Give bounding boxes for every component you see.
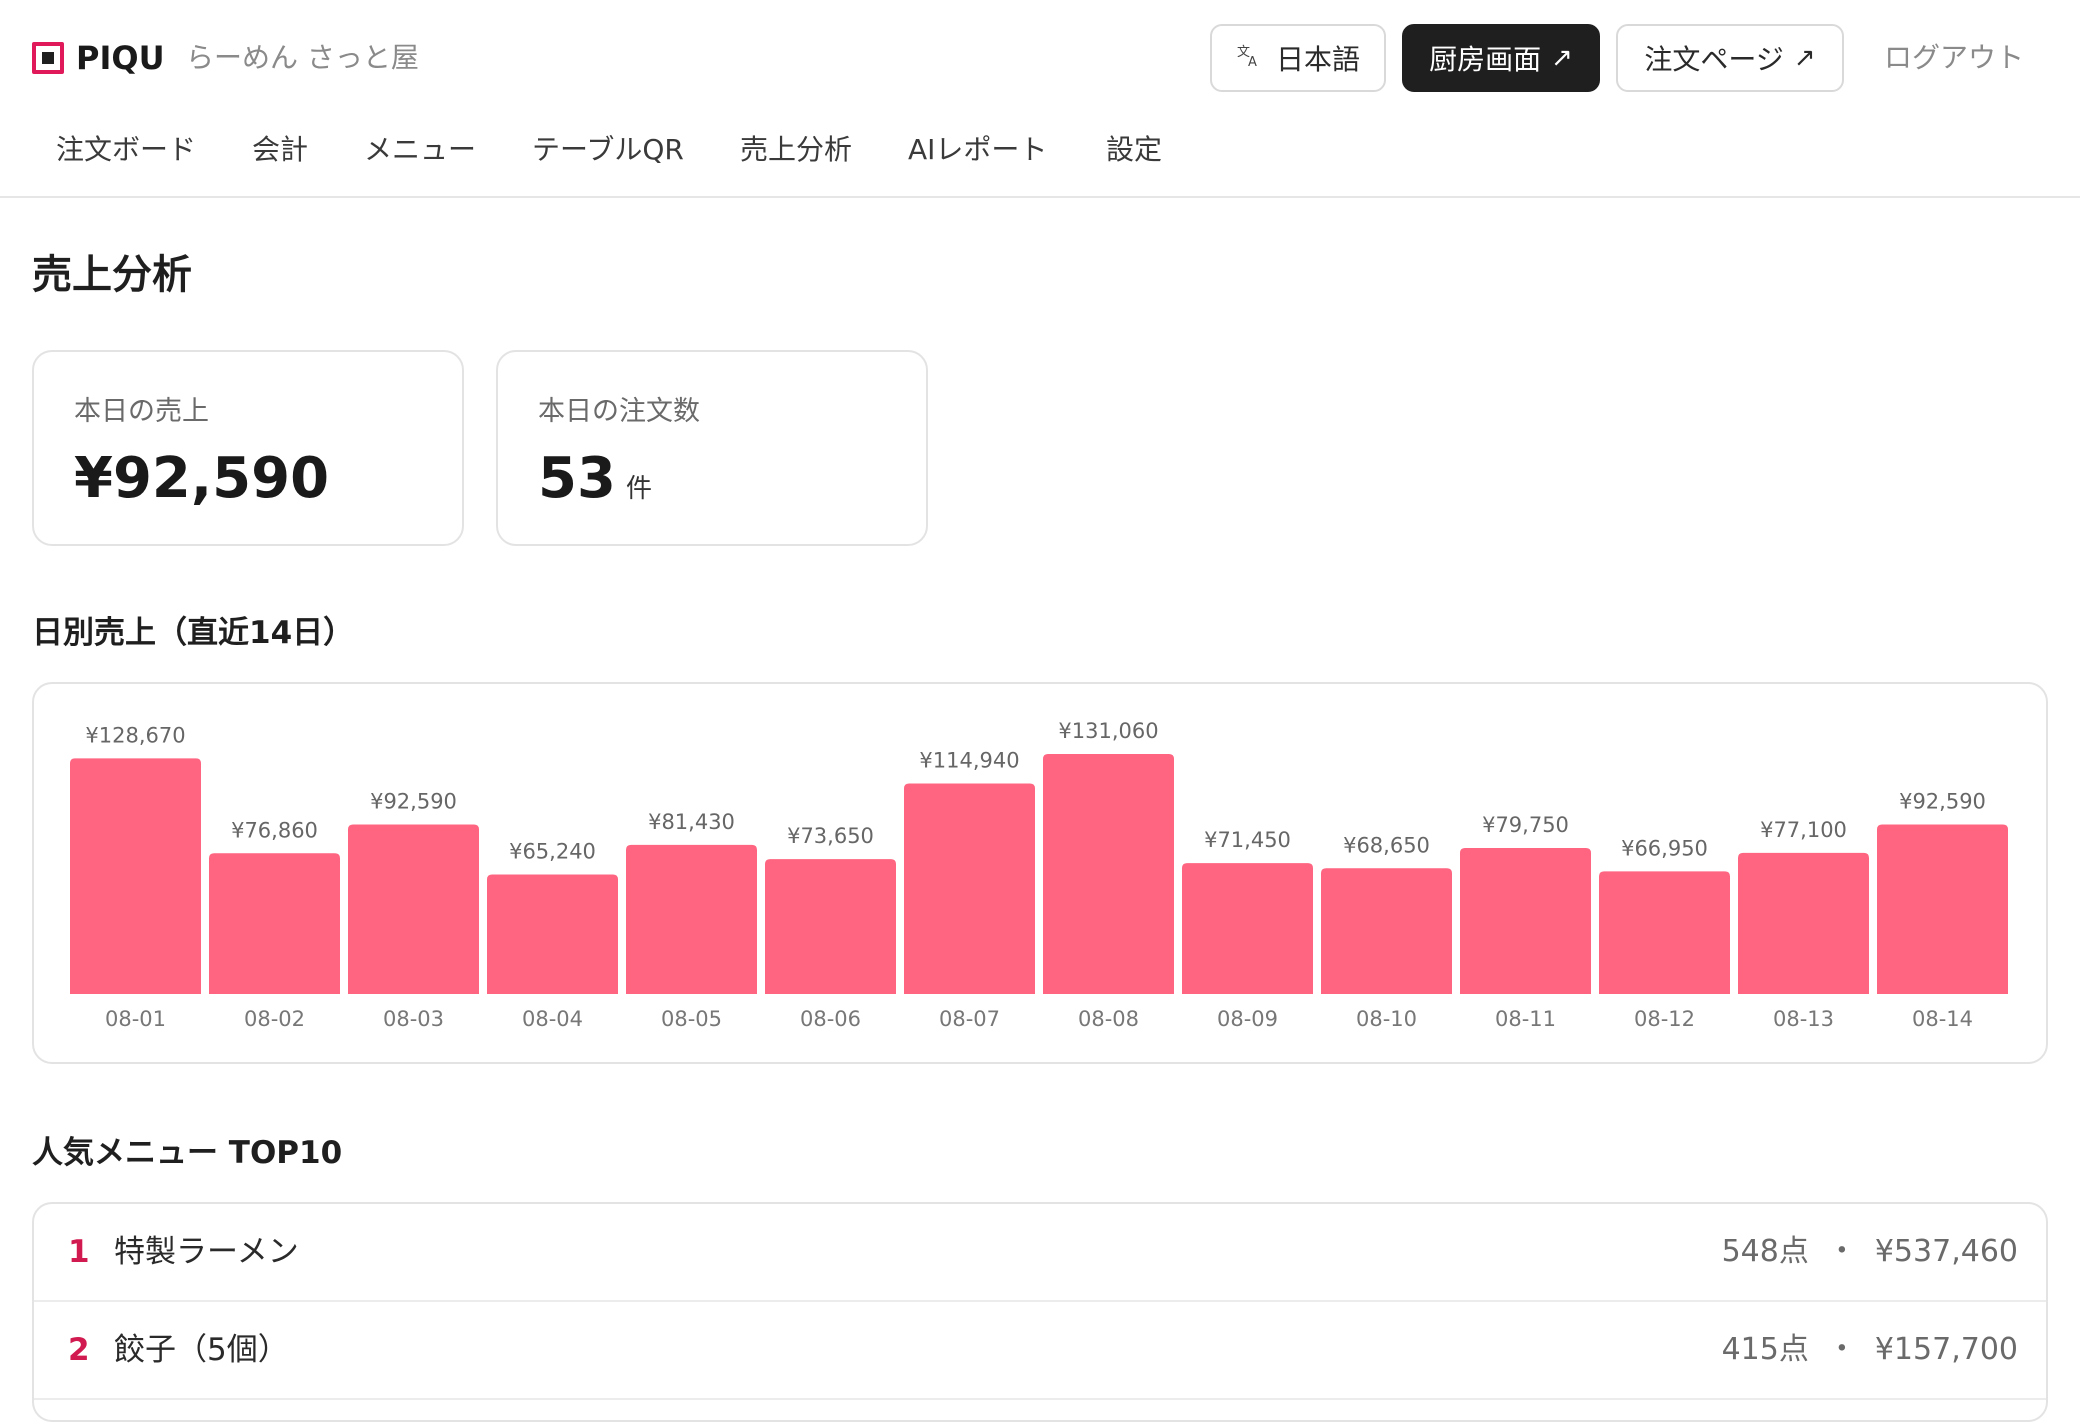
chart-x-tick-label: 08-08 (1078, 1007, 1139, 1031)
rank-count: 548点 (1721, 1234, 1809, 1269)
shop-name: らーめん さっと屋 (186, 41, 419, 74)
chart-x-tick-label: 08-07 (939, 1007, 1000, 1031)
chart-x-tick-label: 08-03 (383, 1007, 444, 1031)
rank-count: 415点 (1721, 1332, 1809, 1367)
ranking-title: 人気メニュー TOP10 (32, 1135, 343, 1171)
chart-x-tick-label: 08-06 (800, 1007, 861, 1031)
chart-value-label: ¥79,750 (1482, 813, 1569, 837)
page-title: 売上分析 (32, 252, 192, 298)
rank-amount: ¥157,700 (1874, 1332, 2018, 1367)
chart-bar-08-06[interactable] (765, 859, 896, 994)
chart-x-tick-label: 08-10 (1356, 1007, 1417, 1031)
chart-bar-08-03[interactable] (348, 824, 479, 994)
rank-item-name: 特製ラーメン (114, 1234, 299, 1270)
logo-icon (32, 42, 64, 74)
ranking-list: 1 特製ラーメン 548点・ ¥537,460 2 餃子（5個） 415点・ ¥15… (32, 1202, 2048, 1422)
chart-value-label: ¥66,950 (1621, 836, 1708, 860)
rank-number: 2 (68, 1332, 90, 1368)
language-button[interactable]: 文 A 日本語 (1210, 24, 1386, 92)
daily-sales-chart-svg: ¥128,670 08-01 ¥76,860 08-02 ¥92,590 08-03 ¥65… (70, 719, 2008, 1031)
tab-sales-analysis[interactable]: 売上分析 (740, 130, 852, 170)
chart-bar-08-13[interactable] (1738, 852, 1869, 994)
chart-x-tick-label: 08-05 (661, 1007, 722, 1031)
daily-sales-title: 日別売上（直近14日） (32, 615, 355, 651)
kitchen-screen-button[interactable]: 厨房画面 ↗ (1402, 24, 1600, 92)
chart-bar-08-11[interactable] (1460, 847, 1591, 994)
chart-x-tick-label: 08-11 (1495, 1007, 1556, 1031)
daily-sales-chart: ¥128,670 08-01 ¥76,860 08-02 ¥92,590 08-03 ¥65… (32, 682, 2048, 1064)
tab-checkout[interactable]: 会計 (252, 130, 308, 170)
chart-value-label: ¥76,860 (231, 818, 318, 842)
chart-bar-08-08[interactable] (1043, 754, 1174, 994)
today-orders-unit: 件 (625, 474, 652, 504)
logo-text: PIQU (76, 39, 165, 77)
chart-value-label: ¥81,430 (648, 810, 735, 834)
today-sales-label: 本日の売上 (74, 396, 209, 427)
chart-bar-08-10[interactable] (1321, 868, 1452, 994)
chart-x-tick-label: 08-09 (1217, 1007, 1278, 1031)
ranking-row[interactable]: 2 餃子（5個） 415点・ ¥157,700 (34, 1302, 2046, 1400)
chart-bar-08-07[interactable] (904, 783, 1035, 994)
chart-value-label: ¥68,650 (1343, 833, 1430, 857)
today-orders-card: 本日の注文数 53 件 (496, 350, 928, 546)
chart-bar-08-14[interactable] (1877, 824, 2008, 994)
app-logo[interactable]: PIQU (32, 36, 165, 80)
today-sales-card: 本日の売上 ¥92,590 (32, 350, 464, 546)
rank-item-name: 餃子（5個） (114, 1332, 289, 1368)
svg-text:A: A (1248, 55, 1257, 68)
chart-value-label: ¥77,100 (1760, 818, 1847, 842)
kitchen-screen-label: 厨房画面 (1429, 43, 1542, 76)
chart-bar-08-04[interactable] (487, 874, 618, 994)
chart-x-tick-label: 08-13 (1773, 1007, 1834, 1031)
order-page-label: 注文ページ (1644, 43, 1784, 76)
today-sales-value: ¥92,590 (74, 446, 330, 511)
today-orders-value-wrap: 53 件 (538, 444, 652, 524)
top-bar: PIQU らーめん さっと屋 文 A 日本語 厨房画面 ↗ 注文ページ ↗ ログ… (0, 0, 2080, 116)
tab-table-qr[interactable]: テーブルQR (532, 130, 684, 170)
rank-separator: ・ (1826, 1234, 1857, 1269)
tab-ai-report[interactable]: AIレポート (908, 130, 1047, 170)
rank-amount: ¥537,460 (1874, 1234, 2018, 1269)
chart-value-label: ¥92,590 (1899, 789, 1986, 813)
chart-x-tick-label: 08-12 (1634, 1007, 1695, 1031)
rank-separator: ・ (1826, 1332, 1857, 1367)
chart-bar-08-09[interactable] (1182, 863, 1313, 994)
chart-value-label: ¥71,450 (1204, 828, 1291, 852)
tab-settings[interactable]: 設定 (1106, 130, 1162, 170)
chart-x-tick-label: 08-14 (1912, 1007, 1973, 1031)
external-link-icon: ↗ (1793, 43, 1816, 73)
language-label: 日本語 (1275, 43, 1360, 76)
tab-menu[interactable]: メニュー (364, 130, 476, 170)
ranking-row[interactable]: 1 特製ラーメン 548点・ ¥537,460 (34, 1204, 2046, 1302)
rank-stats: 548点・ ¥537,460 (1722, 1232, 2018, 1272)
chart-value-label: ¥92,590 (370, 789, 457, 813)
external-link-icon: ↗ (1551, 43, 1573, 73)
chart-bar-08-02[interactable] (209, 853, 340, 994)
chart-value-label: ¥128,670 (85, 723, 185, 747)
chart-value-label: ¥73,650 (787, 824, 874, 848)
translate-icon: 文 A (1236, 42, 1262, 74)
rank-stats: 415点・ ¥157,700 (1722, 1330, 2018, 1370)
chart-value-label: ¥65,240 (509, 840, 596, 864)
rank-number: 1 (68, 1234, 90, 1270)
chart-bar-08-01[interactable] (70, 758, 201, 994)
order-page-button[interactable]: 注文ページ ↗ (1616, 24, 1844, 92)
chart-bar-08-05[interactable] (626, 844, 757, 994)
logout-link[interactable]: ログアウト (1884, 38, 2024, 78)
chart-x-tick-label: 08-02 (244, 1007, 305, 1031)
tab-order-board[interactable]: 注文ボード (56, 130, 196, 170)
main-nav: 注文ボード 会計 メニュー テーブルQR 売上分析 AIレポート 設定 (0, 116, 2080, 198)
chart-bar-08-12[interactable] (1599, 871, 1730, 994)
chart-x-tick-label: 08-01 (105, 1007, 166, 1031)
chart-value-label: ¥114,940 (919, 749, 1019, 773)
today-orders-label: 本日の注文数 (538, 396, 700, 427)
chart-x-tick-label: 08-04 (522, 1007, 583, 1031)
chart-value-label: ¥131,060 (1058, 719, 1158, 743)
today-orders-value: 53 (538, 446, 616, 511)
